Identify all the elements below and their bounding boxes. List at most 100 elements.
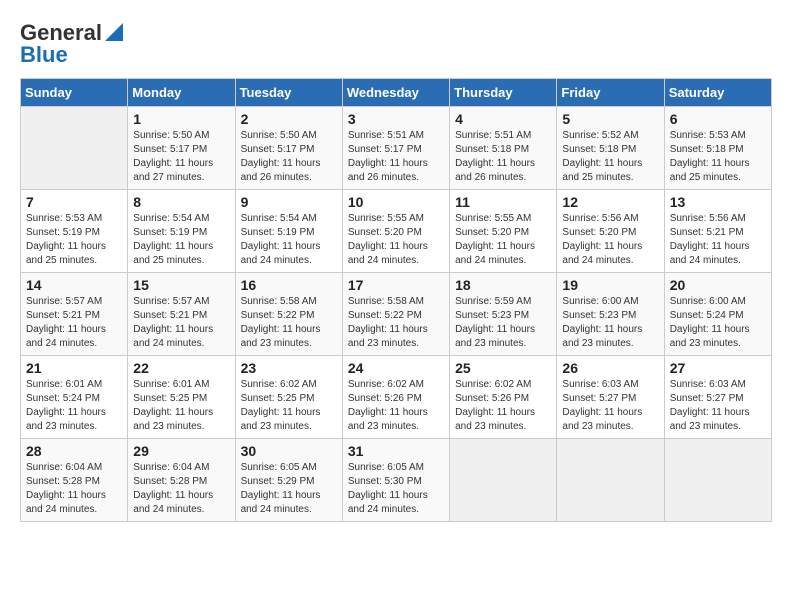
day-number: 21 (26, 360, 122, 376)
day-info: Sunrise: 5:58 AMSunset: 5:22 PMDaylight:… (348, 295, 444, 351)
day-info: Sunrise: 6:02 AMSunset: 5:26 PMDaylight:… (348, 378, 444, 434)
day-number: 9 (241, 194, 337, 210)
page-header: General Blue (20, 20, 772, 68)
day-cell: 20 Sunrise: 6:00 AMSunset: 5:24 PMDayligh… (664, 273, 771, 356)
day-cell: 6 Sunrise: 5:53 AMSunset: 5:18 PMDaylight… (664, 107, 771, 190)
header-cell-wednesday: Wednesday (342, 79, 449, 107)
day-number: 24 (348, 360, 444, 376)
header-cell-sunday: Sunday (21, 79, 128, 107)
header-row: SundayMondayTuesdayWednesdayThursdayFrid… (21, 79, 772, 107)
day-cell: 4Sunrise: 5:51 AMSunset: 5:18 PMDaylight… (450, 107, 557, 190)
day-cell: 31 Sunrise: 6:05 AMSunset: 5:30 PMDayligh… (342, 439, 449, 522)
day-info: Sunrise: 6:02 AMSunset: 5:25 PMDaylight:… (241, 378, 337, 434)
logo-blue: Blue (20, 42, 68, 68)
day-info: Sunrise: 6:01 AMSunset: 5:25 PMDaylight:… (133, 378, 229, 434)
day-cell: 10 Sunrise: 5:55 AMSunset: 5:20 PMDayligh… (342, 190, 449, 273)
day-cell: 26 Sunrise: 6:03 AMSunset: 5:27 PMDayligh… (557, 356, 664, 439)
day-number: 25 (455, 360, 551, 376)
day-number: 16 (241, 277, 337, 293)
day-number: 23 (241, 360, 337, 376)
day-number: 17 (348, 277, 444, 293)
day-info: Sunrise: 6:01 AMSunset: 5:24 PMDaylight:… (26, 378, 122, 434)
day-info: Sunrise: 6:03 AMSunset: 5:27 PMDaylight:… (670, 378, 766, 434)
day-number: 27 (670, 360, 766, 376)
day-cell: 13 Sunrise: 5:56 AMSunset: 5:21 PMDayligh… (664, 190, 771, 273)
day-info: Sunrise: 5:58 AMSunset: 5:22 PMDaylight:… (241, 295, 337, 351)
day-info: Sunrise: 5:55 AMSunset: 5:20 PMDaylight:… (348, 212, 444, 268)
day-cell: 5 Sunrise: 5:52 AMSunset: 5:18 PMDaylight… (557, 107, 664, 190)
day-info: Sunrise: 6:03 AMSunset: 5:27 PMDaylight:… (562, 378, 658, 434)
day-number: 30 (241, 443, 337, 459)
day-number: 10 (348, 194, 444, 210)
day-cell: 27 Sunrise: 6:03 AMSunset: 5:27 PMDayligh… (664, 356, 771, 439)
day-info: Sunrise: 5:59 AMSunset: 5:23 PMDaylight:… (455, 295, 551, 351)
day-info: Sunrise: 5:54 AMSunset: 5:19 PMDaylight:… (133, 212, 229, 268)
day-number: 31 (348, 443, 444, 459)
day-info: Sunrise: 5:56 AMSunset: 5:20 PMDaylight:… (562, 212, 658, 268)
header-cell-tuesday: Tuesday (235, 79, 342, 107)
day-info: Sunrise: 5:56 AMSunset: 5:21 PMDaylight:… (670, 212, 766, 268)
day-cell: 8 Sunrise: 5:54 AMSunset: 5:19 PMDaylight… (128, 190, 235, 273)
day-cell: 12 Sunrise: 5:56 AMSunset: 5:20 PMDayligh… (557, 190, 664, 273)
day-number: 22 (133, 360, 229, 376)
header-cell-thursday: Thursday (450, 79, 557, 107)
day-info: Sunrise: 5:50 AMSunset: 5:17 PMDaylight:… (241, 129, 337, 185)
week-row-3: 14 Sunrise: 5:57 AMSunset: 5:21 PMDayligh… (21, 273, 772, 356)
day-info: Sunrise: 6:05 AMSunset: 5:30 PMDaylight:… (348, 461, 444, 517)
day-cell: 22 Sunrise: 6:01 AMSunset: 5:25 PMDayligh… (128, 356, 235, 439)
day-cell: 9Sunrise: 5:54 AMSunset: 5:19 PMDaylight… (235, 190, 342, 273)
day-info: Sunrise: 6:02 AMSunset: 5:26 PMDaylight:… (455, 378, 551, 434)
header-cell-saturday: Saturday (664, 79, 771, 107)
header-cell-monday: Monday (128, 79, 235, 107)
day-cell: 30 Sunrise: 6:05 AMSunset: 5:29 PMDayligh… (235, 439, 342, 522)
day-number: 12 (562, 194, 658, 210)
week-row-1: 1 Sunrise: 5:50 AMSunset: 5:17 PMDaylight… (21, 107, 772, 190)
day-cell (450, 439, 557, 522)
header-cell-friday: Friday (557, 79, 664, 107)
day-number: 14 (26, 277, 122, 293)
day-cell: 28Sunrise: 6:04 AMSunset: 5:28 PMDayligh… (21, 439, 128, 522)
day-cell: 23 Sunrise: 6:02 AMSunset: 5:25 PMDayligh… (235, 356, 342, 439)
day-cell (21, 107, 128, 190)
day-info: Sunrise: 5:52 AMSunset: 5:18 PMDaylight:… (562, 129, 658, 185)
day-number: 29 (133, 443, 229, 459)
day-number: 20 (670, 277, 766, 293)
day-cell: 18 Sunrise: 5:59 AMSunset: 5:23 PMDayligh… (450, 273, 557, 356)
logo-triangle (105, 23, 123, 46)
day-info: Sunrise: 5:50 AMSunset: 5:17 PMDaylight:… (133, 129, 229, 185)
day-number: 26 (562, 360, 658, 376)
day-info: Sunrise: 6:05 AMSunset: 5:29 PMDaylight:… (241, 461, 337, 517)
day-info: Sunrise: 5:55 AMSunset: 5:20 PMDaylight:… (455, 212, 551, 268)
day-cell: 19Sunrise: 6:00 AMSunset: 5:23 PMDayligh… (557, 273, 664, 356)
day-number: 28 (26, 443, 122, 459)
day-cell: 29 Sunrise: 6:04 AMSunset: 5:28 PMDayligh… (128, 439, 235, 522)
day-cell: 16 Sunrise: 5:58 AMSunset: 5:22 PMDayligh… (235, 273, 342, 356)
day-cell: 25 Sunrise: 6:02 AMSunset: 5:26 PMDayligh… (450, 356, 557, 439)
day-cell: 17 Sunrise: 5:58 AMSunset: 5:22 PMDayligh… (342, 273, 449, 356)
day-number: 19 (562, 277, 658, 293)
day-number: 4 (455, 111, 551, 127)
day-info: Sunrise: 5:53 AMSunset: 5:19 PMDaylight:… (26, 212, 122, 268)
day-number: 6 (670, 111, 766, 127)
week-row-4: 21 Sunrise: 6:01 AMSunset: 5:24 PMDayligh… (21, 356, 772, 439)
day-number: 3 (348, 111, 444, 127)
day-number: 18 (455, 277, 551, 293)
day-info: Sunrise: 6:00 AMSunset: 5:24 PMDaylight:… (670, 295, 766, 351)
day-info: Sunrise: 5:53 AMSunset: 5:18 PMDaylight:… (670, 129, 766, 185)
day-cell: 15Sunrise: 5:57 AMSunset: 5:21 PMDayligh… (128, 273, 235, 356)
calendar-table: SundayMondayTuesdayWednesdayThursdayFrid… (20, 78, 772, 522)
day-number: 2 (241, 111, 337, 127)
day-number: 5 (562, 111, 658, 127)
day-cell: 21 Sunrise: 6:01 AMSunset: 5:24 PMDayligh… (21, 356, 128, 439)
day-cell: 7Sunrise: 5:53 AMSunset: 5:19 PMDaylight… (21, 190, 128, 273)
day-number: 1 (133, 111, 229, 127)
day-info: Sunrise: 6:04 AMSunset: 5:28 PMDaylight:… (133, 461, 229, 517)
day-cell: 3Sunrise: 5:51 AMSunset: 5:17 PMDaylight… (342, 107, 449, 190)
week-row-2: 7Sunrise: 5:53 AMSunset: 5:19 PMDaylight… (21, 190, 772, 273)
week-row-5: 28 Sunrise: 6:04 AMSunset: 5:28 PMDayligh… (21, 439, 772, 522)
day-cell: 2 Sunrise: 5:50 AMSunset: 5:17 PMDaylight… (235, 107, 342, 190)
day-cell: 11Sunrise: 5:55 AMSunset: 5:20 PMDayligh… (450, 190, 557, 273)
day-info: Sunrise: 5:57 AMSunset: 5:21 PMDaylight:… (133, 295, 229, 351)
day-number: 13 (670, 194, 766, 210)
day-number: 8 (133, 194, 229, 210)
